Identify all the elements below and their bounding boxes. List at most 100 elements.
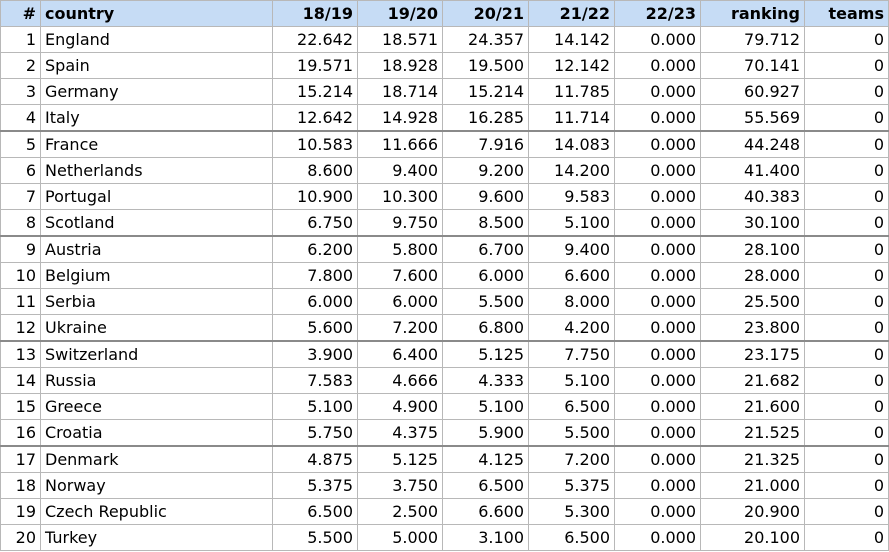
cell-season-19-20: 11.666 — [357, 130, 443, 158]
cell-ranking: 20.900 — [700, 498, 805, 525]
cell-season-20-21: 5.125 — [442, 340, 529, 368]
cell-season-20-21: 15.214 — [442, 78, 529, 105]
cell-season-22-23: 0.000 — [614, 340, 701, 368]
cell-ranking: 21.682 — [700, 367, 805, 394]
cell-teams: 0 — [804, 52, 889, 79]
table-row: 14 Russia 7.583 4.666 4.333 5.100 0.000 21.682 0 — [0, 367, 889, 394]
column-header-ranking[interactable]: ranking — [700, 0, 805, 27]
cell-rank: 1 — [0, 26, 41, 53]
table-row: 11 Serbia 6.000 6.000 5.500 8.000 0.000 25.500 0 — [0, 288, 889, 315]
cell-teams: 0 — [804, 314, 889, 342]
table-row: 9 Austria 6.200 5.800 6.700 9.400 0.000 28.100 0 — [0, 235, 889, 263]
table-row: 1 England 22.642 18.571 24.357 14.142 0.000 79.… — [0, 26, 889, 53]
table-row: 13 Switzerland 3.900 6.400 5.125 7.750 0.000 23… — [0, 340, 889, 368]
cell-season-18-19: 6.200 — [272, 235, 358, 263]
cell-season-22-23: 0.000 — [614, 262, 701, 289]
cell-season-20-21: 4.125 — [442, 445, 529, 473]
table-row: 19 Czech Republic 6.500 2.500 6.600 5.300 0.00… — [0, 498, 889, 525]
cell-teams: 0 — [804, 26, 889, 53]
cell-season-22-23: 0.000 — [614, 52, 701, 79]
cell-season-19-20: 18.571 — [357, 26, 443, 53]
column-header-rank[interactable]: # — [0, 0, 41, 27]
cell-country: Ukraine — [40, 314, 273, 342]
cell-rank: 9 — [0, 235, 41, 263]
column-header-teams[interactable]: teams — [804, 0, 889, 27]
cell-rank: 19 — [0, 498, 41, 525]
cell-season-21-22: 14.083 — [528, 130, 615, 158]
cell-season-19-20: 7.600 — [357, 262, 443, 289]
cell-rank: 18 — [0, 472, 41, 499]
cell-teams: 0 — [804, 367, 889, 394]
column-header-season-22-23[interactable]: 22/23 — [614, 0, 701, 27]
cell-season-22-23: 0.000 — [614, 235, 701, 263]
cell-country: Germany — [40, 78, 273, 105]
cell-country: Austria — [40, 235, 273, 263]
table-row: 5 France 10.583 11.666 7.916 14.083 0.000 44.24… — [0, 130, 889, 158]
cell-ranking: 21.325 — [700, 445, 805, 473]
table-row: 17 Denmark 4.875 5.125 4.125 7.200 0.000 21.325… — [0, 445, 889, 473]
cell-rank: 2 — [0, 52, 41, 79]
cell-season-18-19: 10.583 — [272, 130, 358, 158]
cell-ranking: 20.100 — [700, 524, 805, 551]
cell-season-18-19: 19.571 — [272, 52, 358, 79]
cell-season-21-22: 11.785 — [528, 78, 615, 105]
cell-ranking: 21.600 — [700, 393, 805, 420]
cell-season-20-21: 6.700 — [442, 235, 529, 263]
cell-season-22-23: 0.000 — [614, 104, 701, 132]
cell-country: Croatia — [40, 419, 273, 447]
cell-teams: 0 — [804, 235, 889, 263]
column-header-country[interactable]: country — [40, 0, 273, 27]
cell-season-19-20: 2.500 — [357, 498, 443, 525]
cell-season-19-20: 14.928 — [357, 104, 443, 132]
cell-ranking: 30.100 — [700, 209, 805, 237]
column-header-season-19-20[interactable]: 19/20 — [357, 0, 443, 27]
cell-country: England — [40, 26, 273, 53]
cell-season-21-22: 8.000 — [528, 288, 615, 315]
cell-rank: 14 — [0, 367, 41, 394]
cell-rank: 16 — [0, 419, 41, 447]
cell-teams: 0 — [804, 262, 889, 289]
cell-season-21-22: 6.500 — [528, 393, 615, 420]
cell-season-22-23: 0.000 — [614, 209, 701, 237]
cell-rank: 6 — [0, 157, 41, 184]
cell-season-19-20: 6.000 — [357, 288, 443, 315]
column-header-season-21-22[interactable]: 21/22 — [528, 0, 615, 27]
table-row: 2 Spain 19.571 18.928 19.500 12.142 0.000 70.14… — [0, 52, 889, 79]
table-row: 8 Scotland 6.750 9.750 8.500 5.100 0.000 30.100… — [0, 209, 889, 237]
column-header-season-18-19[interactable]: 18/19 — [272, 0, 358, 27]
cell-season-21-22: 5.300 — [528, 498, 615, 525]
cell-season-21-22: 5.100 — [528, 367, 615, 394]
cell-season-20-21: 9.600 — [442, 183, 529, 210]
cell-season-20-21: 6.500 — [442, 472, 529, 499]
cell-teams: 0 — [804, 393, 889, 420]
cell-season-20-21: 4.333 — [442, 367, 529, 394]
cell-ranking: 40.383 — [700, 183, 805, 210]
cell-season-20-21: 9.200 — [442, 157, 529, 184]
cell-season-21-22: 12.142 — [528, 52, 615, 79]
cell-rank: 8 — [0, 209, 41, 237]
cell-ranking: 28.000 — [700, 262, 805, 289]
cell-season-22-23: 0.000 — [614, 288, 701, 315]
cell-rank: 5 — [0, 130, 41, 158]
cell-season-19-20: 18.714 — [357, 78, 443, 105]
cell-ranking: 23.800 — [700, 314, 805, 342]
cell-season-21-22: 7.750 — [528, 340, 615, 368]
cell-season-19-20: 5.125 — [357, 445, 443, 473]
cell-teams: 0 — [804, 472, 889, 499]
cell-rank: 3 — [0, 78, 41, 105]
cell-rank: 17 — [0, 445, 41, 473]
cell-ranking: 44.248 — [700, 130, 805, 158]
table-row: 7 Portugal 10.900 10.300 9.600 9.583 0.000 40.3… — [0, 183, 889, 210]
table-row: 16 Croatia 5.750 4.375 5.900 5.500 0.000 21.525… — [0, 419, 889, 447]
column-header-season-20-21[interactable]: 20/21 — [442, 0, 529, 27]
cell-ranking: 60.927 — [700, 78, 805, 105]
cell-season-18-19: 12.642 — [272, 104, 358, 132]
cell-rank: 20 — [0, 524, 41, 551]
cell-country: France — [40, 130, 273, 158]
table-row: 6 Netherlands 8.600 9.400 9.200 14.200 0.000 41… — [0, 157, 889, 184]
cell-season-18-19: 22.642 — [272, 26, 358, 53]
cell-season-22-23: 0.000 — [614, 524, 701, 551]
cell-season-22-23: 0.000 — [614, 183, 701, 210]
cell-season-18-19: 7.583 — [272, 367, 358, 394]
cell-season-19-20: 4.666 — [357, 367, 443, 394]
